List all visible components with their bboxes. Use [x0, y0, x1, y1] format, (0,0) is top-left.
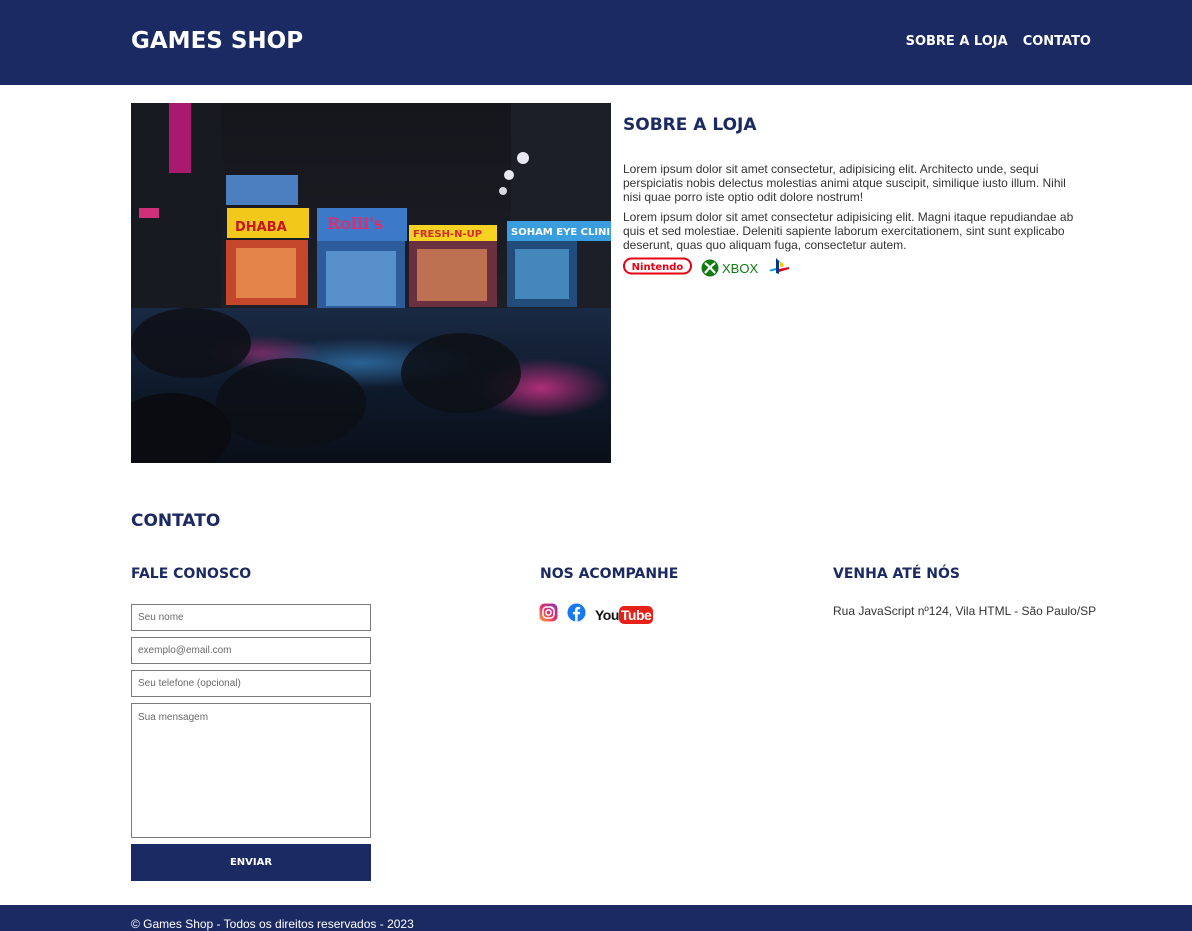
facebook-icon[interactable] [567, 603, 586, 627]
social-title: NOS ACOMPANHE [540, 566, 679, 582]
phone-field[interactable] [131, 670, 371, 697]
submit-button[interactable]: ENVIAR [131, 844, 371, 881]
svg-text:DHABA: DHABA [235, 220, 287, 235]
nintendo-logo-icon: Nintendo [623, 257, 692, 280]
copyright-text: © Games Shop - Todos os direitos reserva… [131, 917, 414, 931]
social-links: You Tube [539, 603, 654, 627]
about-section: SOBRE A LOJA Lorem ipsum dolor sit amet … [623, 115, 1083, 277]
message-field[interactable] [131, 703, 371, 838]
about-paragraph-2: Lorem ipsum dolor sit amet consectetur a… [623, 210, 1074, 252]
main-nav: SOBRE A LOJA CONTATO [906, 34, 1091, 49]
store-address: Rua JavaScript nº124, Vila HTML - São Pa… [833, 604, 1097, 618]
site-header: GAMES SHOP SOBRE A LOJA CONTATO [0, 0, 1192, 85]
svg-text:Nintendo: Nintendo [632, 262, 684, 273]
location-title: VENHA ATÉ NÓS [833, 566, 960, 582]
youtube-text-you: You [595, 607, 619, 623]
about-title: SOBRE A LOJA [623, 115, 757, 135]
youtube-text-tube: Tube [618, 606, 654, 624]
playstation-logo-icon [767, 257, 791, 280]
console-brands: Nintendo XBOX [623, 257, 1083, 280]
name-field[interactable] [131, 604, 371, 631]
xbox-label: XBOX [722, 260, 759, 276]
site-logo[interactable]: GAMES SHOP [131, 28, 303, 54]
about-paragraph-1: Lorem ipsum dolor sit amet consectetur, … [623, 162, 1066, 204]
nav-link-sobre[interactable]: SOBRE A LOJA [906, 34, 1008, 49]
store-photo: DHABA Rolli's FRESH-N-UP SOHAM EYE CLINI [131, 103, 611, 463]
svg-text:SOHAM EYE CLINI: SOHAM EYE CLINI [511, 227, 610, 238]
youtube-icon[interactable]: You Tube [595, 606, 654, 624]
instagram-icon[interactable] [539, 603, 558, 627]
svg-text:Rolli's: Rolli's [327, 214, 383, 233]
contact-title: CONTATO [131, 511, 221, 531]
site-footer: © Games Shop - Todos os direitos reserva… [0, 905, 1192, 931]
xbox-logo-icon: XBOX [701, 259, 758, 277]
nav-link-contato[interactable]: CONTATO [1023, 34, 1091, 49]
form-title: FALE CONOSCO [131, 566, 252, 582]
email-field[interactable] [131, 637, 371, 664]
svg-text:FRESH-N-UP: FRESH-N-UP [413, 229, 482, 240]
